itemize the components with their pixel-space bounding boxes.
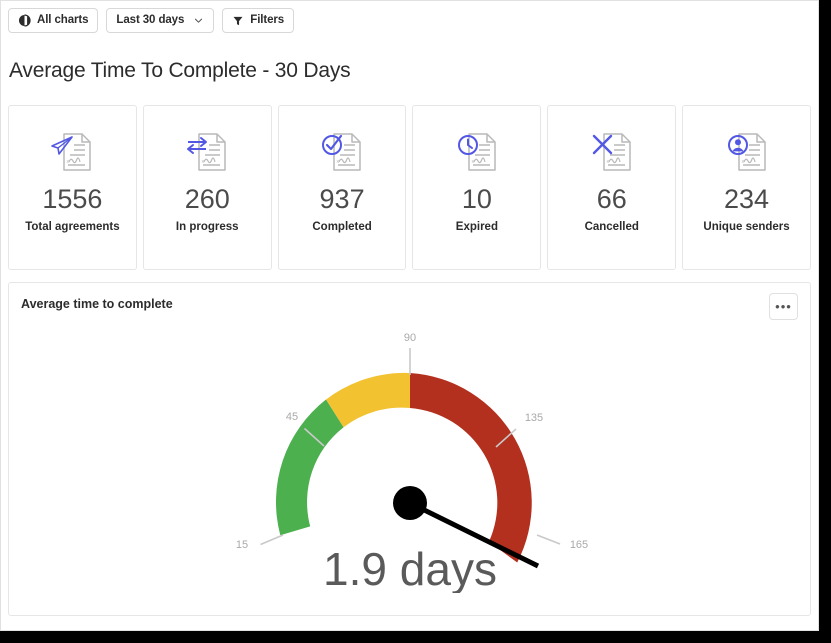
gauge-tick-label-45: 45 (285, 411, 297, 423)
pie-chart-icon (18, 14, 31, 27)
document-clock-icon: x (449, 124, 505, 180)
gauge-band-warning (325, 372, 410, 428)
stat-value: 937 (319, 184, 365, 214)
gauge-value-label: 1.9 days (323, 543, 497, 593)
stat-label: Cancelled (584, 221, 639, 234)
document-x-icon: x (584, 124, 640, 180)
stat-value: 1556 (42, 184, 103, 214)
stat-card-cancelled[interactable]: x 66 Cancelled (547, 105, 677, 270)
stat-label: Unique senders (703, 221, 790, 234)
document-check-icon: x (314, 124, 370, 180)
gauge-tick-165 (536, 534, 560, 545)
filters-button[interactable]: Filters (222, 8, 295, 33)
date-range-label: Last 30 days (116, 13, 185, 26)
stat-label: In progress (175, 221, 239, 234)
gauge-tick-label-15: 15 (235, 539, 247, 551)
document-send-icon: x (44, 124, 100, 180)
filters-label: Filters (250, 13, 285, 26)
page-title: Average Time To Complete - 30 Days (9, 59, 351, 82)
document-user-icon: x (719, 124, 775, 180)
stat-value: 10 (461, 184, 492, 214)
chart-title: Average time to complete (21, 297, 173, 311)
gauge-tick-label-90: 90 (403, 332, 415, 344)
gauge-chart: 15 45 90 135 165 1.9 days (9, 313, 810, 613)
gauge-tick-label-135: 135 (524, 412, 542, 424)
gauge-bands (275, 372, 532, 563)
stat-value: 260 (184, 184, 230, 214)
stat-card-unique-senders[interactable]: x 234 Unique senders (682, 105, 811, 270)
stat-label: Completed (312, 221, 372, 234)
stat-card-expired[interactable]: x 10 Expired (412, 105, 542, 270)
stat-card-in-progress[interactable]: x 260 In progress (142, 105, 272, 270)
dashboard-window: All charts Last 30 days Filters Average … (0, 0, 819, 631)
all-charts-button[interactable]: All charts (8, 8, 99, 33)
average-time-chart-panel: Average time to complete ••• 15 45 90 13… (8, 282, 811, 616)
gauge-tick-15 (259, 534, 283, 546)
funnel-icon (232, 15, 244, 27)
stat-card-completed[interactable]: x 937 Completed (277, 105, 407, 270)
stat-label: Expired (455, 221, 498, 234)
document-exchange-icon: x (179, 124, 235, 180)
stat-value: 234 (724, 184, 770, 214)
all-charts-label: All charts (37, 13, 89, 26)
stat-cards-row: x 1556 Total agreements x 260 In progres… (1, 83, 818, 270)
gauge-svg: 15 45 90 135 165 1.9 days (235, 332, 587, 593)
stat-card-total-agreements[interactable]: x 1556 Total agreements (8, 105, 137, 270)
stat-label: Total agreements (25, 221, 120, 234)
stat-value: 66 (596, 184, 627, 214)
gauge-tick-label-165: 165 (569, 539, 587, 551)
toolbar: All charts Last 30 days Filters (1, 1, 818, 33)
date-range-dropdown[interactable]: Last 30 days (106, 8, 215, 33)
chevron-down-icon (193, 15, 204, 26)
gauge-needle-hub (392, 486, 427, 520)
